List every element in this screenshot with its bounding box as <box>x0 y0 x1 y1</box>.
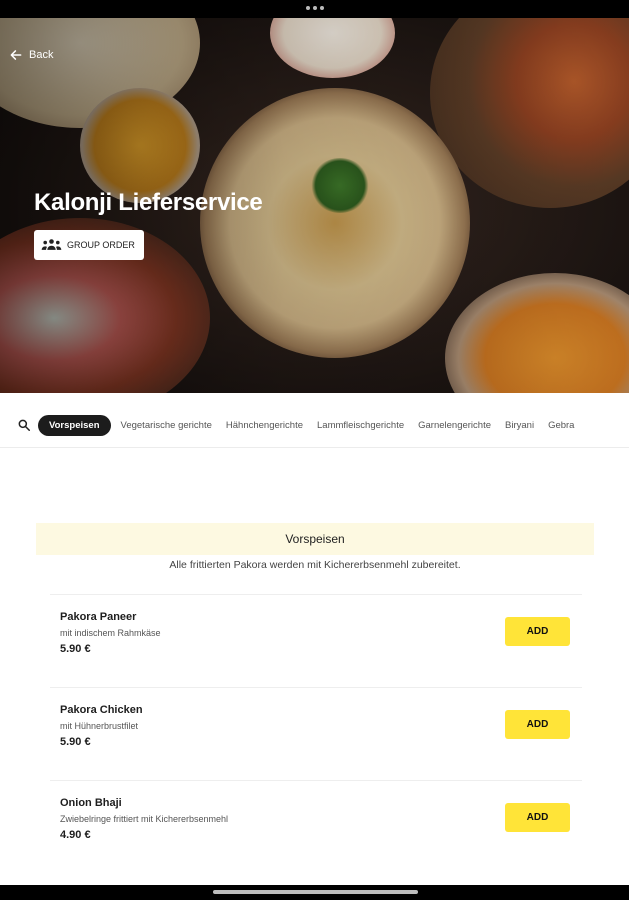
add-button[interactable]: ADD <box>505 617 570 646</box>
item-price: 5.90 € <box>60 736 91 748</box>
menu-item[interactable]: Pakora Chicken mit Hühnerbrustfilet 5.90… <box>50 687 582 780</box>
menu-item[interactable]: Pakora Paneer mit indischem Rahmkäse 5.9… <box>50 594 582 687</box>
tab-vegetarische-gerichte[interactable]: Vegetarische gerichte <box>115 415 218 436</box>
item-price: 4.90 € <box>60 829 91 841</box>
back-label: Back <box>29 49 54 61</box>
tab-gebra[interactable]: Gebra <box>542 415 580 436</box>
tab-garnelengerichte[interactable]: Garnelengerichte <box>412 415 497 436</box>
category-tabs: Vorspeisen Vegetarische gerichte Hähnche… <box>38 415 582 436</box>
tab-haehnchengerichte[interactable]: Hähnchengerichte <box>220 415 309 436</box>
section-description: Alle frittierten Pakora werden mit Kiche… <box>169 559 461 571</box>
item-name: Pakora Chicken <box>60 704 143 716</box>
tab-vorspeisen[interactable]: Vorspeisen <box>38 415 111 436</box>
group-icon <box>41 239 62 250</box>
home-indicator[interactable] <box>213 890 418 894</box>
restaurant-name: Kalonji Lieferservice <box>34 189 263 216</box>
item-name: Pakora Paneer <box>60 611 137 623</box>
menu-content: Vorspeisen Alle frittierten Pakora werde… <box>0 448 629 885</box>
section-title: Vorspeisen <box>36 523 594 555</box>
item-description: mit indischem Rahmkäse <box>60 628 161 638</box>
tab-biryani[interactable]: Biryani <box>499 415 540 436</box>
group-order-button[interactable]: GROUP ORDER <box>34 230 144 260</box>
back-button[interactable]: Back <box>9 48 53 62</box>
add-button[interactable]: ADD <box>505 803 570 832</box>
multitask-dots-icon[interactable] <box>306 6 324 10</box>
search-icon[interactable] <box>17 418 31 432</box>
navigation-bar <box>0 885 629 900</box>
item-name: Onion Bhaji <box>60 797 122 809</box>
status-bar <box>0 0 629 18</box>
add-button[interactable]: ADD <box>505 710 570 739</box>
category-bar: Vorspeisen Vegetarische gerichte Hähnche… <box>0 393 629 448</box>
item-description: Zwiebelringe frittiert mit Kichererbsenm… <box>60 814 229 824</box>
item-price: 5.90 € <box>60 643 91 655</box>
arrow-left-icon <box>10 50 22 60</box>
item-description: mit Hühnerbrustfilet <box>60 721 139 731</box>
group-order-label: GROUP ORDER <box>67 240 135 250</box>
tab-lammfleischgerichte[interactable]: Lammfleischgerichte <box>311 415 410 436</box>
menu-item[interactable]: Onion Bhaji Zwiebelringe frittiert mit K… <box>50 780 582 873</box>
hero-banner: Back Kalonji Lieferservice GROUP ORDER <box>0 18 629 393</box>
